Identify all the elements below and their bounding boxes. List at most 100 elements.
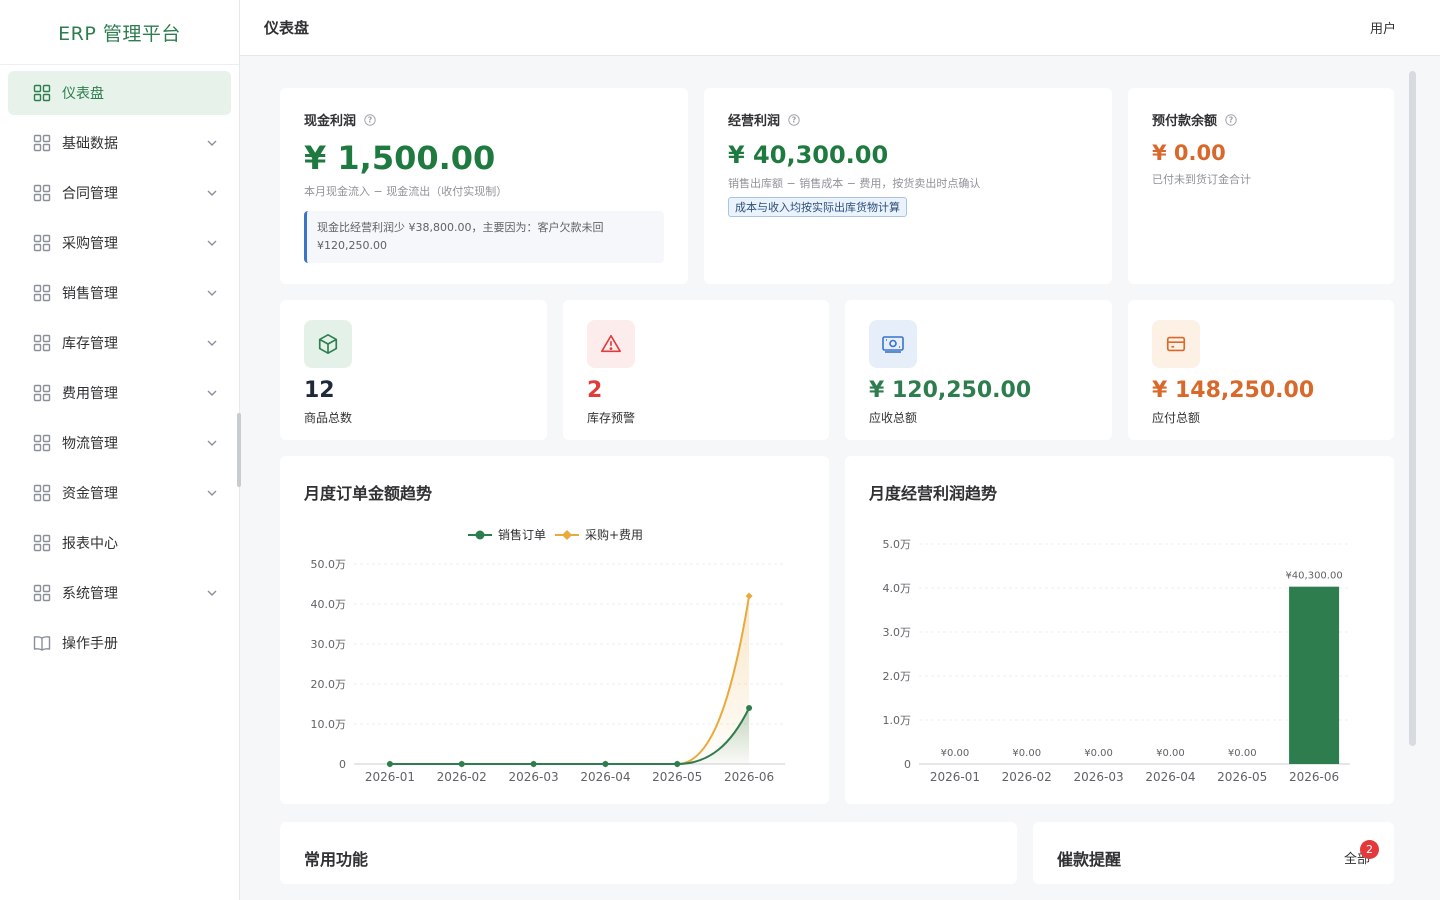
sidebar-item-8[interactable]: 资金管理	[8, 471, 231, 515]
bar-value-label: ¥40,300.00	[1285, 571, 1342, 582]
sidebar-item-4[interactable]: 销售管理	[8, 271, 231, 315]
page-title: 仪表盘	[264, 19, 310, 37]
sidebar-item-label: 采购管理	[62, 236, 118, 252]
grid-icon	[32, 583, 52, 603]
stat-label: 库存预警	[587, 411, 636, 425]
svg-text:?: ?	[792, 115, 797, 124]
operating-profit-sub: 销售出库额 − 销售成本 − 费用，按货卖出时点确认	[728, 177, 981, 190]
help-icon[interactable]: ?	[1225, 113, 1237, 126]
sidebar-item-7[interactable]: 物流管理	[8, 421, 231, 465]
x-tick-label: 2026-04	[580, 770, 630, 784]
quick-functions-title: 常用功能	[304, 850, 369, 869]
user-menu[interactable]: 用户	[1370, 18, 1416, 37]
content-scrollbar[interactable]	[1409, 71, 1416, 746]
operating-profit-label: 经营利润	[728, 114, 781, 129]
book-icon	[32, 633, 52, 653]
x-tick-label: 2026-05	[1217, 770, 1267, 784]
sidebar-item-3[interactable]: 采购管理	[8, 221, 231, 265]
stat-card-payable[interactable]: ¥ 148,250.00 应付总额	[1128, 300, 1394, 440]
y-tick-label: 3.0万	[883, 626, 912, 639]
data-point	[746, 705, 753, 711]
sidebar-menu: 仪表盘基础数据合同管理采购管理销售管理库存管理费用管理物流管理资金管理报表中心系…	[0, 65, 239, 665]
order-trend-chart: 0 10.0万 20.0万 30.0万 40.0万 50.0万 2026-01 2026-02…	[311, 527, 785, 784]
sidebar-item-2[interactable]: 合同管理	[8, 171, 231, 215]
data-point	[602, 761, 609, 767]
sidebar-item-label: 报表中心	[62, 536, 118, 552]
grid-icon	[32, 533, 52, 553]
operating-profit-label-row: 经营利润 ?	[728, 110, 1088, 129]
sidebar-scrollbar[interactable]	[237, 413, 241, 487]
sidebar-item-0[interactable]: 仪表盘	[8, 71, 231, 115]
x-tick-label: 2026-02	[1002, 770, 1052, 784]
chevron-down-icon	[205, 436, 219, 450]
payment-reminder-card: 催款提醒 全部 2	[1033, 822, 1394, 884]
x-tick-label: 2026-04	[1145, 770, 1195, 784]
grid-icon	[32, 433, 52, 453]
stat-value: 2	[587, 378, 603, 403]
cash-icon	[869, 320, 917, 368]
grid-icon	[32, 483, 52, 503]
profit-trend-chart: 0 1.0万 2.0万 3.0万 4.0万 5.0万 2026-01 2026-02 2026-…	[883, 538, 1350, 784]
operating-profit-value: ¥ 40,300.00	[728, 141, 889, 169]
chevron-down-icon	[205, 186, 219, 200]
grid-icon	[32, 383, 52, 403]
cash-profit-card: 现金利润 ? ¥ 1,500.00 本月现金流入 − 现金流出（收付实现制） 现…	[280, 88, 688, 284]
sidebar-item-6[interactable]: 费用管理	[8, 371, 231, 415]
order-trend-card: 月度订单金额趋势 0 10.0万 20.0万 30.0万 40.0万 50.0万 2026-…	[280, 456, 829, 804]
legend-label: 采购+费用	[585, 527, 643, 542]
y-tick-label: 4.0万	[883, 582, 912, 595]
stat-label: 商品总数	[304, 411, 353, 425]
sidebar-item-11[interactable]: 操作手册	[8, 621, 231, 665]
bar-value-label: ¥0.00	[1228, 748, 1257, 759]
y-tick-label: 10.0万	[311, 718, 347, 731]
prepaid-balance-card: 预付款余额 ? ¥ 0.00 已付未到货订金合计	[1128, 88, 1394, 284]
y-tick-label: 0	[904, 758, 911, 771]
cash-profit-sub: 本月现金流入 − 现金流出（收付实现制）	[304, 185, 508, 198]
box-icon	[304, 320, 352, 368]
payment-reminder-title: 催款提醒	[1057, 850, 1122, 869]
stat-card-products[interactable]: 12 商品总数	[280, 300, 547, 440]
svg-text:?: ?	[1229, 115, 1234, 124]
stat-card-receivable[interactable]: ¥ 120,250.00 应收总额	[845, 300, 1112, 440]
x-tick-label: 2026-06	[724, 770, 774, 784]
help-icon[interactable]: ?	[364, 113, 376, 126]
sidebar-item-label: 仪表盘	[62, 86, 104, 102]
help-icon[interactable]: ?	[788, 113, 800, 126]
sidebar-item-5[interactable]: 库存管理	[8, 321, 231, 365]
prepaid-value: ¥ 0.00	[1152, 141, 1226, 165]
grid-icon	[32, 283, 52, 303]
legend-marker	[562, 530, 572, 540]
grid-icon	[32, 233, 52, 253]
stat-card-stock-warning[interactable]: 2 库存预警	[563, 300, 829, 440]
operating-profit-card: 经营利润 ? ¥ 40,300.00 销售出库额 − 销售成本 − 费用，按货卖…	[704, 88, 1112, 284]
legend-label: 销售订单	[498, 527, 546, 542]
y-tick-label: 30.0万	[311, 638, 347, 651]
x-tick-label: 2026-06	[1289, 770, 1339, 784]
y-tick-label: 1.0万	[883, 714, 912, 727]
series-area	[389, 596, 750, 764]
sidebar: ERP 管理平台 仪表盘 基础数据 合同管理 采购管理 销售管理 库存管理 费用管理 物流管理…	[0, 0, 241, 900]
series-area	[389, 708, 750, 764]
legend-marker	[475, 530, 485, 540]
bar-value-label: ¥0.00	[941, 748, 970, 759]
cash-profit-label: 现金利润	[304, 114, 357, 129]
y-tick-label: 50.0万	[311, 558, 347, 571]
stat-label: 应收总额	[869, 411, 918, 425]
x-tick-label: 2026-01	[365, 770, 415, 784]
y-tick-label: 0	[339, 758, 346, 771]
sidebar-item-label: 资金管理	[62, 486, 118, 502]
profit-trend-card: 月度经营利润趋势 0 1.0万 2.0万 3.0万 4.0万 5.0万 2026-01 202…	[845, 456, 1394, 804]
sidebar-item-label: 库存管理	[62, 336, 118, 352]
data-point	[745, 592, 753, 600]
chevron-down-icon	[205, 236, 219, 250]
warning-icon	[587, 320, 635, 368]
sidebar-item-9[interactable]: 报表中心	[8, 521, 231, 565]
sidebar-item-label: 费用管理	[62, 386, 118, 402]
sidebar-item-10[interactable]: 系统管理	[8, 571, 231, 615]
sidebar-item-label: 合同管理	[62, 186, 118, 202]
sidebar-item-1[interactable]: 基础数据	[8, 121, 231, 165]
grid-icon	[32, 183, 52, 203]
bar	[1289, 586, 1340, 764]
chevron-down-icon	[205, 286, 219, 300]
chevron-down-icon	[205, 136, 219, 150]
